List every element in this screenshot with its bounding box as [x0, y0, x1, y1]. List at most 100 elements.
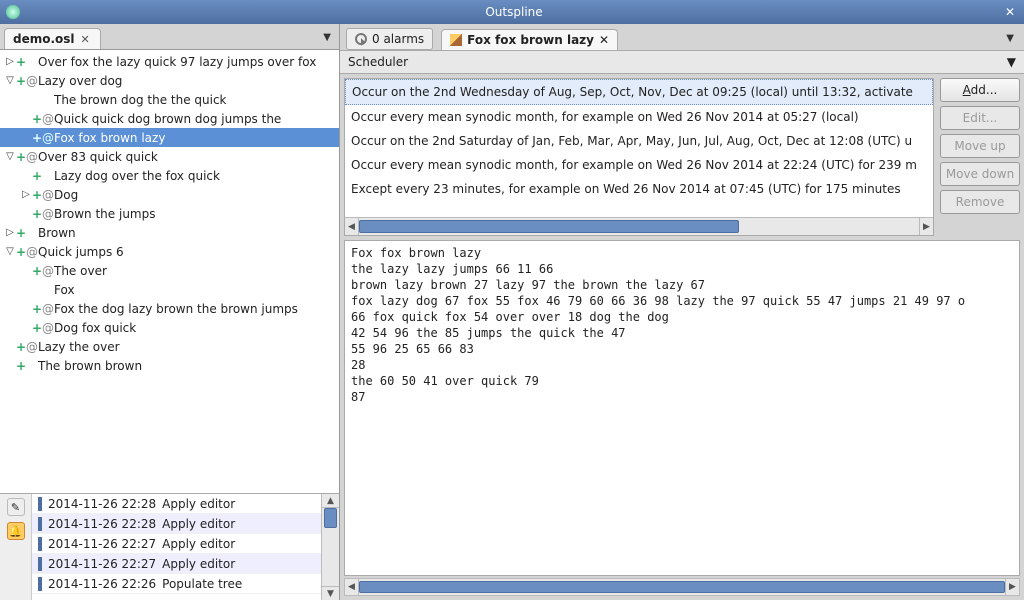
tab-label: Fox fox brown lazy: [467, 33, 594, 47]
history-time: 2014-11-26 22:26: [48, 577, 156, 591]
rules-h-scrollbar[interactable]: ◀ ▶: [345, 217, 933, 235]
chevron-down-icon[interactable]: ▼: [323, 32, 335, 43]
tree-row[interactable]: ▷+ Brown: [0, 223, 339, 242]
disclosure-icon[interactable]: ▷: [20, 189, 32, 200]
plus-icon: +: [16, 245, 26, 259]
at-icon: @: [26, 150, 38, 164]
alarms-indicator[interactable]: 0 alarms: [346, 28, 433, 50]
scroll-right-icon[interactable]: ▶: [919, 218, 933, 235]
edit-icon[interactable]: ✎: [7, 498, 25, 516]
close-icon[interactable]: ✕: [1002, 4, 1018, 20]
scroll-left-icon[interactable]: ◀: [345, 579, 359, 595]
move-up-button[interactable]: Move up: [940, 134, 1020, 158]
history-row[interactable]: 2014-11-26 22:28Apply editor: [32, 494, 321, 514]
rule-row[interactable]: Occur every mean synodic month, for exam…: [345, 153, 933, 177]
chevron-down-icon[interactable]: ▼: [1006, 33, 1018, 44]
history-row[interactable]: 2014-11-26 22:27Apply editor: [32, 554, 321, 574]
tree-row[interactable]: +@Fox fox brown lazy: [0, 128, 339, 147]
scroll-thumb[interactable]: [359, 581, 1005, 593]
rule-row[interactable]: Occur on the 2nd Saturday of Jan, Feb, M…: [345, 129, 933, 153]
plus-icon: +: [32, 321, 42, 335]
remove-button[interactable]: Remove: [940, 190, 1020, 214]
at-icon: @: [42, 131, 54, 145]
tree-row[interactable]: ▷+Over fox the lazy quick 97 lazy jumps …: [0, 52, 339, 71]
rule-row[interactable]: Except every 23 minutes, for example on …: [345, 177, 933, 201]
at-icon: @: [42, 321, 54, 335]
plus-icon: +: [32, 188, 42, 202]
tree-item-label: Over 83 quick quick: [38, 150, 158, 164]
close-tab-icon[interactable]: ✕: [79, 33, 92, 46]
tree-row[interactable]: +Lazy dog over the fox quick: [0, 166, 339, 185]
scroll-thumb[interactable]: [324, 508, 337, 528]
plus-icon: +: [32, 131, 42, 145]
tree-item-label: Lazy dog over the fox quick: [54, 169, 220, 183]
editor-h-scrollbar[interactable]: ◀ ▶: [344, 578, 1020, 596]
tree-row[interactable]: ▷+@Dog: [0, 185, 339, 204]
history-list[interactable]: 2014-11-26 22:28Apply editor2014-11-26 2…: [32, 494, 321, 600]
history-row[interactable]: 2014-11-26 22:28Apply editor: [32, 514, 321, 534]
rules-panel: Occur on the 2nd Wednesday of Aug, Sep, …: [344, 78, 934, 236]
tree-item-label: The brown brown: [38, 359, 142, 373]
history-action: Apply editor: [162, 537, 235, 551]
rule-row[interactable]: Occur every mean synodic month, for exam…: [345, 105, 933, 129]
plus-icon: +: [16, 150, 26, 164]
scroll-right-icon[interactable]: ▶: [1005, 579, 1019, 595]
history-row[interactable]: 2014-11-26 22:26 Populate tree: [32, 574, 321, 594]
add-button[interactable]: Add...: [940, 78, 1020, 102]
tree-row[interactable]: +@Fox the dog lazy brown the brown jumps: [0, 299, 339, 318]
scroll-left-icon[interactable]: ◀: [345, 218, 359, 235]
at-icon: @: [42, 302, 54, 316]
tab-editor[interactable]: Fox fox brown lazy ✕: [441, 29, 618, 50]
history-time: 2014-11-26 22:28: [48, 517, 156, 531]
rule-row[interactable]: Occur on the 2nd Wednesday of Aug, Sep, …: [345, 79, 933, 105]
disclosure-icon[interactable]: ▽: [4, 246, 16, 257]
tree-item-label: Brown the jumps: [54, 207, 155, 221]
history-row[interactable]: 2014-11-26 22:27Apply editor: [32, 534, 321, 554]
tree-row[interactable]: + The brown brown: [0, 356, 339, 375]
tree-row[interactable]: ▽+@Lazy over dog: [0, 71, 339, 90]
disclosure-icon[interactable]: ▷: [4, 227, 16, 238]
tree-row[interactable]: Fox: [0, 280, 339, 299]
tree-row[interactable]: The brown dog the the quick: [0, 90, 339, 109]
tree-row[interactable]: +@The over: [0, 261, 339, 280]
tree-item-label: Brown: [38, 226, 76, 240]
history-bar-icon: [38, 497, 42, 511]
close-tab-icon[interactable]: ✕: [599, 33, 609, 47]
tree-row[interactable]: +@Quick quick dog brown dog jumps the: [0, 109, 339, 128]
tab-demo-osl[interactable]: demo.osl ✕: [4, 28, 101, 49]
scroll-thumb[interactable]: [359, 220, 739, 233]
editor-textarea[interactable]: Fox fox brown lazy the lazy lazy jumps 6…: [344, 240, 1020, 576]
scroll-down-icon[interactable]: ▼: [322, 586, 339, 600]
scheduler-title: Scheduler: [348, 55, 408, 69]
at-icon: @: [42, 264, 54, 278]
tree-item-label: The brown dog the the quick: [54, 93, 227, 107]
chevron-down-icon[interactable]: ▼: [1007, 55, 1016, 69]
scroll-up-icon[interactable]: ▲: [322, 494, 339, 508]
history-scrollbar[interactable]: ▲ ▼: [321, 494, 339, 600]
rules-list[interactable]: Occur on the 2nd Wednesday of Aug, Sep, …: [345, 79, 933, 217]
tree-row[interactable]: ▽+@Quick jumps 6: [0, 242, 339, 261]
tree-item-label: Quick quick dog brown dog jumps the: [54, 112, 281, 126]
plus-icon: +: [16, 340, 26, 354]
tree-item-label: Lazy the over: [38, 340, 120, 354]
bell-icon[interactable]: 🔔: [7, 522, 25, 540]
pencil-icon: [450, 34, 462, 46]
plus-icon: +: [16, 359, 26, 373]
plus-icon: +: [16, 226, 26, 240]
alarm-icon: [355, 33, 367, 45]
scheduler-header[interactable]: Scheduler ▼: [340, 50, 1024, 74]
tree-item-label: Lazy over dog: [38, 74, 122, 88]
history-action: Populate tree: [162, 577, 242, 591]
outline-tree[interactable]: ▷+Over fox the lazy quick 97 lazy jumps …: [0, 50, 339, 494]
tree-row[interactable]: +@Brown the jumps: [0, 204, 339, 223]
tree-row[interactable]: ▽+@Over 83 quick quick: [0, 147, 339, 166]
at-icon: @: [26, 74, 38, 88]
move-down-button[interactable]: Move down: [940, 162, 1020, 186]
tree-row[interactable]: +@Dog fox quick: [0, 318, 339, 337]
disclosure-icon[interactable]: ▽: [4, 75, 16, 86]
window-title: Outspline: [26, 5, 1002, 19]
edit-button[interactable]: Edit...: [940, 106, 1020, 130]
disclosure-icon[interactable]: ▷: [4, 56, 16, 67]
disclosure-icon[interactable]: ▽: [4, 151, 16, 162]
tree-row[interactable]: +@Lazy the over: [0, 337, 339, 356]
